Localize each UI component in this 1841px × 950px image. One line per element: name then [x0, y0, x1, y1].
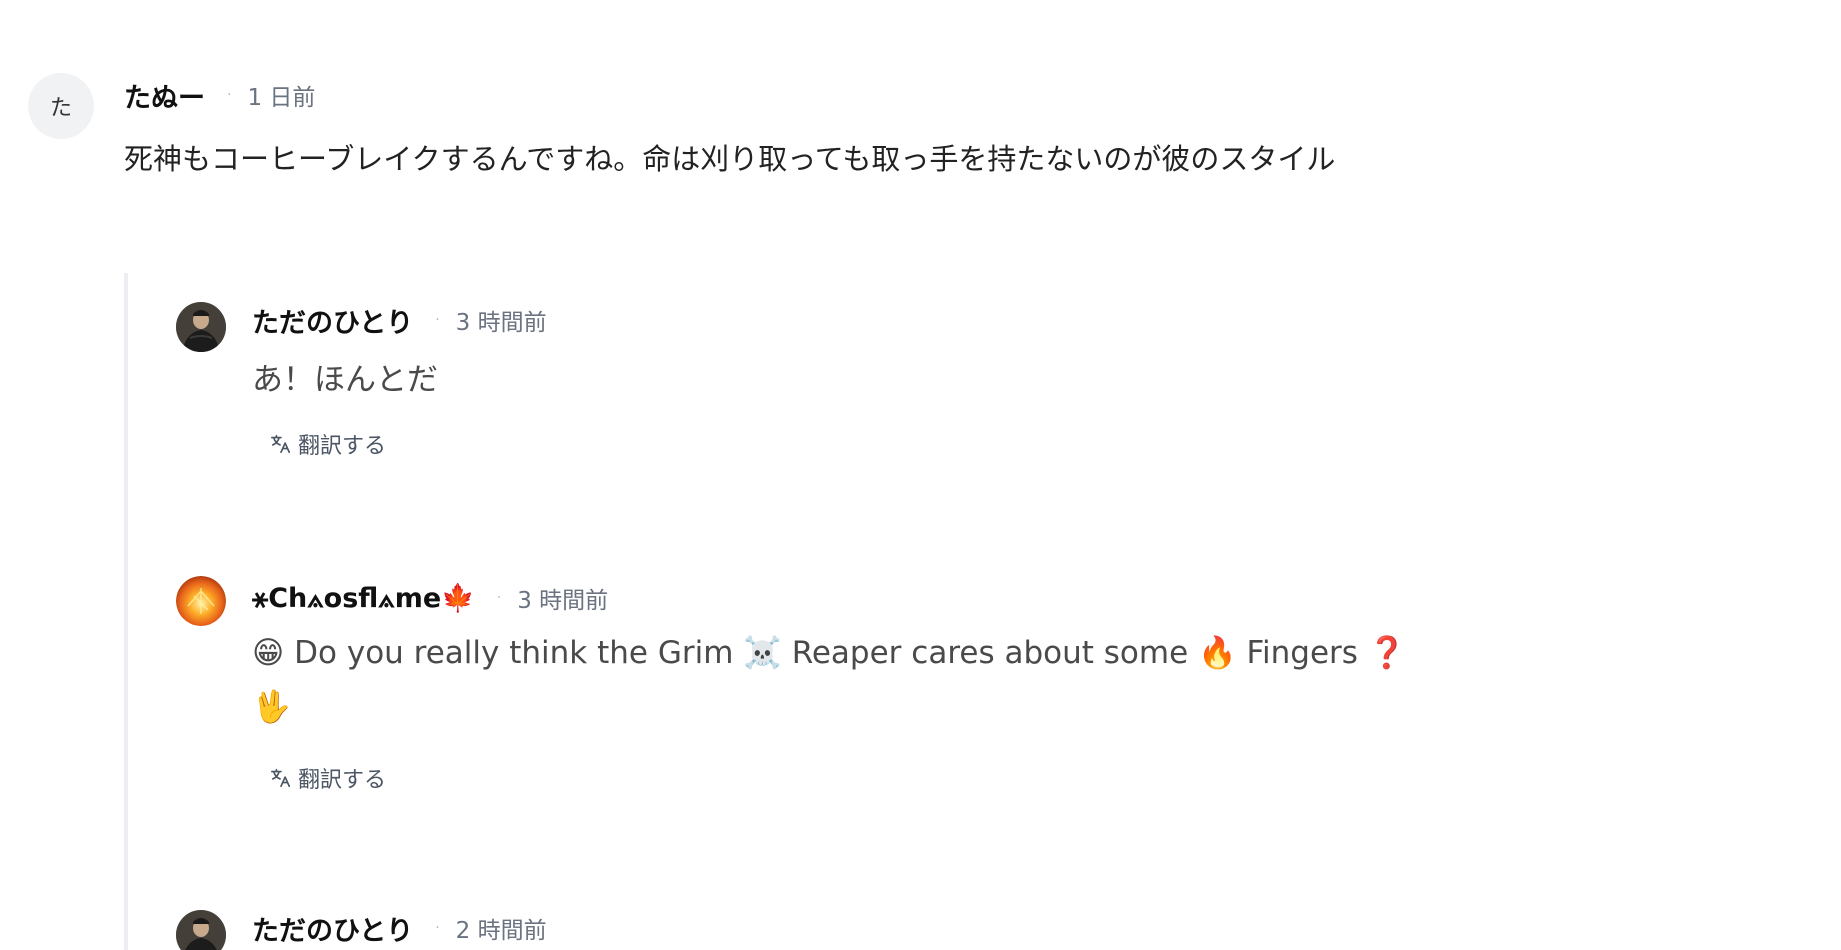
- reply-item: ただのひとり · 2 時間前: [0, 898, 1841, 950]
- meta-separator: ·: [435, 920, 440, 936]
- comment-text: 死神もコーヒーブレイクするんですね。命は刈り取っても取っ手を持たないのが彼のスタ…: [124, 142, 1336, 176]
- comment-meta: たぬー · 1 日前: [124, 76, 315, 115]
- translate-icon: [271, 434, 291, 454]
- comment-meta: ただのひとり · 3 時間前: [252, 301, 547, 340]
- author-name[interactable]: ただのひとり: [252, 909, 413, 948]
- comment-meta: ⚹Ch⟑osfl⟑me🍁 · 3 時間前: [252, 580, 608, 616]
- author-name[interactable]: ただのひとり: [252, 301, 413, 340]
- timestamp[interactable]: 1 日前: [247, 78, 315, 112]
- comment-item: た たぬー · 1 日前 死神もコーヒーブレイクするんですね。命は刈り取っても取…: [0, 0, 1841, 200]
- meta-separator: ·: [227, 87, 232, 103]
- translate-label: 翻訳する: [298, 434, 387, 459]
- translate-label: 翻訳する: [298, 768, 387, 793]
- reply-item: ⚹Ch⟑osfl⟑me🍁 · 3 時間前 😁 Do you really thi…: [0, 566, 1841, 806]
- user-photo-icon: [176, 302, 226, 352]
- avatar[interactable]: [176, 576, 226, 626]
- comment-meta: ただのひとり · 2 時間前: [252, 909, 547, 948]
- timestamp[interactable]: 2 時間前: [456, 911, 547, 945]
- author-name[interactable]: たぬー: [124, 76, 205, 115]
- reply-text: 😁 Do you really think the Grim ☠️ Reaper…: [252, 635, 1407, 671]
- avatar-letter: た: [49, 96, 72, 121]
- meta-separator: ·: [435, 312, 440, 328]
- flame-avatar-icon: [176, 576, 226, 626]
- author-name[interactable]: ⚹Ch⟑osfl⟑me🍁: [252, 582, 475, 615]
- avatar[interactable]: た: [28, 73, 94, 139]
- reply-text: あ！ほんとだ: [252, 362, 438, 398]
- translate-button[interactable]: 翻訳する: [270, 428, 386, 460]
- meta-separator: ·: [496, 590, 502, 606]
- timestamp[interactable]: 3 時間前: [456, 303, 547, 337]
- timestamp[interactable]: 3 時間前: [517, 581, 608, 615]
- translate-button[interactable]: 翻訳する: [270, 762, 386, 794]
- avatar[interactable]: [176, 910, 226, 950]
- translate-icon: [271, 768, 291, 788]
- reply-text-line2: 🖖: [252, 689, 291, 725]
- avatar[interactable]: [176, 302, 226, 352]
- user-photo-icon: [176, 910, 226, 950]
- reply-item: ただのひとり · 3 時間前 あ！ほんとだ 翻訳する: [0, 290, 1841, 490]
